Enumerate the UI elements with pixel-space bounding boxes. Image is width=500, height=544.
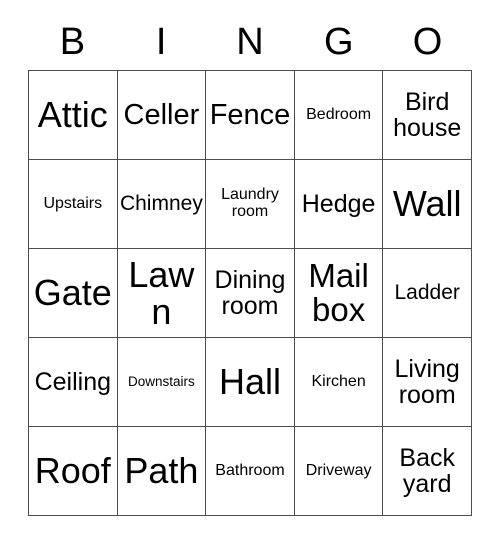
bingo-cell[interactable]: Gate <box>29 249 118 338</box>
bingo-grid: Attic Celler Fence Bedroom Bird house Upstair… <box>28 70 472 516</box>
bingo-header: BINGO <box>28 14 472 70</box>
bingo-cell-label: Ladder <box>394 281 460 305</box>
bingo-cell-label: Lawn <box>128 253 195 332</box>
bingo-cell[interactable]: Bird house <box>383 71 472 160</box>
bingo-cell[interactable]: Dining room <box>206 249 295 338</box>
bingo-cell[interactable]: Celler <box>117 71 207 160</box>
bingo-cell[interactable]: Ceiling <box>29 338 118 427</box>
bingo-cell[interactable]: Bathroom <box>206 427 295 516</box>
bingo-cell[interactable]: Hall <box>206 338 295 427</box>
bingo-header-letter-i: I <box>155 21 167 63</box>
bingo-cell[interactable]: Driveway <box>294 427 384 516</box>
bingo-card: B I N G O Attic Celler Fence Bedroom Bird house U… <box>0 0 500 544</box>
bingo-cell-label: Celler <box>123 98 200 131</box>
bingo-cell-label: Back yard <box>399 444 455 498</box>
bingo-cell[interactable]: Attic <box>29 71 118 160</box>
bingo-header-letter-o: O <box>412 21 443 63</box>
bingo-cell-label: Chimney <box>119 192 203 216</box>
bingo-cell-label: Attic <box>37 94 108 136</box>
bingo-cell-label: Bedroom <box>306 105 372 123</box>
bingo-cell-label: Hedge <box>301 190 376 218</box>
bingo-cell-label: Driveway <box>305 461 372 479</box>
bingo-cell-label: Bathroom <box>215 461 285 479</box>
bingo-cell-label: Ceiling <box>34 368 112 396</box>
bingo-cell-label: Mail box <box>308 256 369 328</box>
bingo-cell[interactable]: Kirchen <box>294 338 384 427</box>
bingo-header-letter-g: G <box>324 21 354 63</box>
bingo-cell-label: Bird house <box>393 88 462 142</box>
bingo-cell[interactable]: Wall <box>383 160 472 249</box>
bingo-cell[interactable]: Lawn <box>117 249 207 338</box>
bingo-cell[interactable]: Mail box <box>294 249 384 338</box>
bingo-cell-label: Gate <box>33 272 112 314</box>
bingo-cell[interactable]: Bedroom <box>294 71 384 160</box>
bingo-cell[interactable]: Roof <box>29 427 118 516</box>
bingo-cell-label: Laundry room <box>221 186 279 220</box>
bingo-cell[interactable]: Back yard <box>383 427 472 516</box>
bingo-cell-label: Downstairs <box>128 373 195 389</box>
bingo-cell-label: Hall <box>218 361 281 403</box>
bingo-cell[interactable]: Fence <box>206 71 295 160</box>
bingo-cell[interactable]: Downstairs <box>117 338 207 427</box>
bingo-cell-label: Upstairs <box>43 194 103 212</box>
bingo-cell[interactable]: Upstairs <box>29 160 118 249</box>
bingo-cell[interactable]: Ladder <box>383 249 472 338</box>
bingo-cell[interactable]: Living room <box>383 338 472 427</box>
bingo-cell-label: Roof <box>34 450 111 492</box>
bingo-header-letter-n: N <box>236 21 264 63</box>
bingo-cell[interactable]: Path <box>117 427 207 516</box>
bingo-cell[interactable]: Laundry room <box>206 160 295 249</box>
bingo-cell-label: Kirchen <box>311 372 366 390</box>
bingo-cell-label: Living room <box>394 355 460 409</box>
bingo-header-letter-b: B <box>59 21 86 63</box>
bingo-cell-label: Wall <box>392 183 462 225</box>
bingo-cell[interactable]: Hedge <box>294 160 384 249</box>
bingo-cell-label: Fence <box>209 98 291 131</box>
bingo-cell-label: Dining room <box>214 266 286 320</box>
bingo-cell-label: Path <box>124 450 199 492</box>
bingo-cell[interactable]: Chimney <box>117 160 207 249</box>
